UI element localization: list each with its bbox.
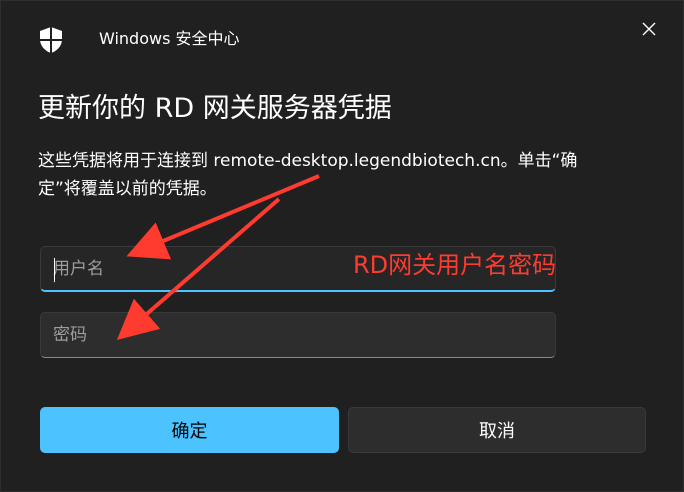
credential-dialog: Windows 安全中心 更新你的 RD 网关服务器凭据 这些凭据将用于连接到 … <box>0 0 684 492</box>
ok-button[interactable]: 确定 <box>40 407 339 453</box>
dialog-heading: 更新你的 RD 网关服务器凭据 <box>38 93 392 124</box>
app-title: Windows 安全中心 <box>99 29 240 48</box>
password-field[interactable] <box>40 312 556 358</box>
title-bar: Windows 安全中心 <box>1 1 684 71</box>
annotation-label: RD网关用户名密码 <box>353 251 557 279</box>
shield-icon <box>40 27 62 53</box>
close-icon <box>642 22 656 36</box>
dialog-description: 这些凭据将用于连接到 remote-desktop.legendbiotech.… <box>38 151 578 199</box>
password-input[interactable] <box>41 313 555 357</box>
close-button[interactable] <box>633 13 665 45</box>
cancel-button[interactable]: 取消 <box>348 407 646 453</box>
text-caret <box>54 258 55 282</box>
